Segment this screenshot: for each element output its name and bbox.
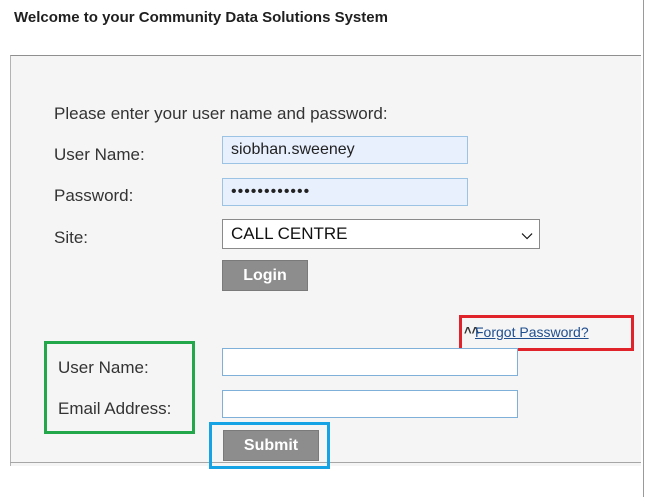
window-edge bbox=[643, 0, 644, 497]
page-title: Welcome to your Community Data Solutions… bbox=[14, 9, 388, 26]
submit-button[interactable]: Submit bbox=[223, 430, 319, 461]
email-input[interactable] bbox=[222, 390, 518, 418]
site-select-value: CALL CENTRE bbox=[231, 224, 348, 243]
email-label: Email Address: bbox=[58, 399, 172, 418]
chevron-down-icon: ⌵ bbox=[521, 225, 533, 242]
forgot-fields-highlight bbox=[44, 341, 195, 434]
username-input[interactable] bbox=[222, 136, 468, 164]
login-instructions: Please enter your user name and password… bbox=[54, 104, 388, 123]
forgot-password-link[interactable]: Forgot Password? bbox=[475, 324, 589, 340]
forgot-username-input[interactable] bbox=[222, 348, 518, 376]
password-input[interactable] bbox=[222, 178, 468, 206]
site-select[interactable]: CALL CENTRE ⌵ bbox=[222, 219, 540, 249]
forgot-username-label: User Name: bbox=[58, 358, 149, 377]
site-label: Site: bbox=[54, 228, 89, 247]
password-label: Password: bbox=[54, 186, 134, 205]
login-button[interactable]: Login bbox=[222, 260, 308, 291]
username-label: User Name: bbox=[54, 145, 145, 164]
